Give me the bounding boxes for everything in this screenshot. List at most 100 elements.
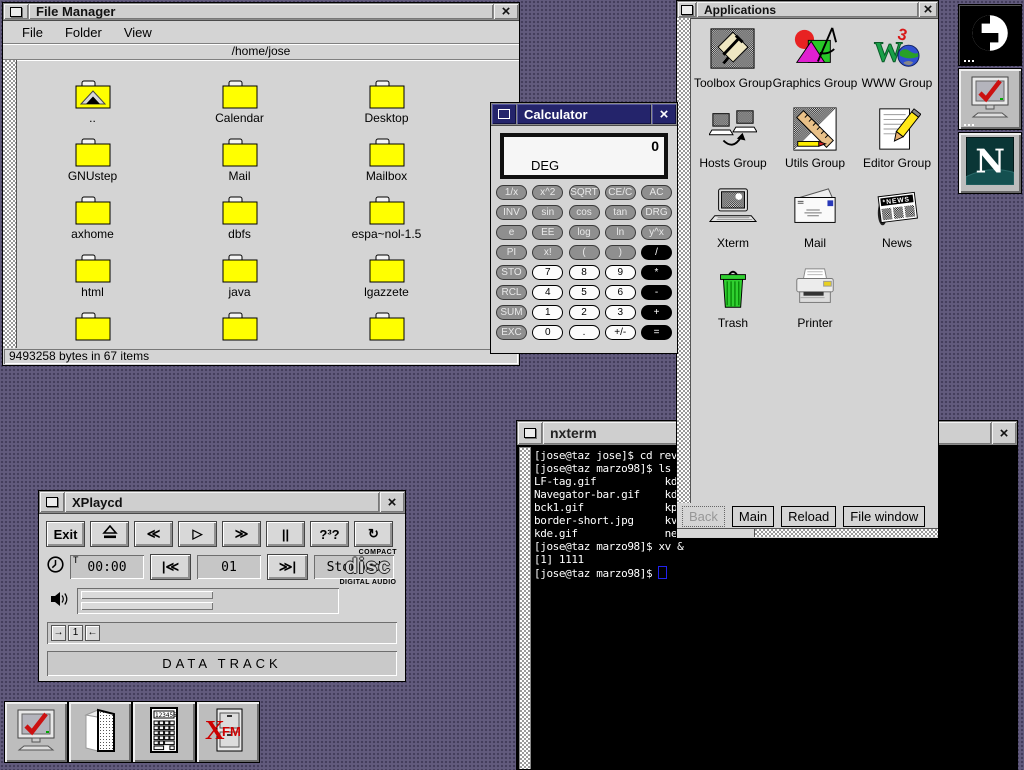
applications-vertical-scrollbar[interactable] — [677, 18, 691, 503]
system-check-dock-tile[interactable] — [4, 701, 68, 763]
balance-slider[interactable] — [81, 602, 213, 610]
folder-item[interactable]: .. — [19, 80, 166, 138]
calc-key-ln[interactable]: ln — [605, 225, 636, 240]
calc-key-x_[interactable]: x! — [532, 245, 563, 260]
calc-key-4[interactable]: 4 — [532, 285, 563, 300]
calc-key-RCL[interactable]: RCL — [496, 285, 527, 300]
box-app-dock-tile[interactable] — [68, 701, 132, 763]
calculator-dock-tile[interactable]: 123456 — [132, 701, 196, 763]
calc-key-e[interactable]: e — [496, 225, 527, 240]
menu-file[interactable]: File — [13, 23, 52, 42]
desktop[interactable]: { "wm": {"close_glyph": "×"}, "file_mana… — [0, 0, 1024, 768]
system-check-dock-tile[interactable] — [958, 68, 1022, 130]
fm-vertical-scrollbar[interactable] — [3, 60, 17, 348]
close-button[interactable]: × — [652, 104, 676, 124]
window-menu-button[interactable] — [492, 104, 516, 124]
menu-folder[interactable]: Folder — [56, 23, 111, 42]
repeat-button[interactable]: ↻ — [354, 521, 393, 547]
close-button[interactable]: × — [494, 4, 518, 19]
pause-button[interactable]: || — [266, 521, 305, 547]
app-item-xterm[interactable]: Xterm — [692, 184, 774, 264]
windowmaker-dock-tile[interactable] — [958, 4, 1022, 66]
window-menu-button[interactable] — [4, 4, 28, 19]
calc-key-tan[interactable]: tan — [605, 205, 636, 220]
app-item-printer[interactable]: Printer — [774, 264, 856, 344]
calc-key-1_x[interactable]: 1/x — [496, 185, 527, 200]
folder-item[interactable] — [166, 312, 313, 348]
calc-key-_[interactable]: ) — [605, 245, 636, 260]
calc-key-8[interactable]: 8 — [569, 265, 600, 280]
window-menu-button[interactable] — [518, 422, 542, 444]
close-button[interactable]: × — [992, 422, 1016, 444]
app-item-www[interactable]: W3WWW Group — [856, 24, 938, 104]
exit-button[interactable]: Exit — [46, 521, 85, 547]
calc-key-cos[interactable]: cos — [569, 205, 600, 220]
calc-key-0[interactable]: 0 — [532, 325, 563, 340]
app-item-toolbox[interactable]: Toolbox Group — [692, 24, 774, 104]
calc-key-_[interactable]: + — [641, 305, 672, 320]
folder-item[interactable]: Desktop — [313, 80, 460, 138]
volume-slider[interactable] — [81, 591, 213, 599]
calc-key-_[interactable]: * — [641, 265, 672, 280]
xfm-file-manager-dock-tile[interactable]: XFM — [196, 701, 260, 763]
window-menu-button[interactable] — [678, 2, 696, 17]
calc-key-STO[interactable]: STO — [496, 265, 527, 280]
app-item-hosts[interactable]: Hosts Group — [692, 104, 774, 184]
calc-key-1[interactable]: 1 — [532, 305, 563, 320]
forward-button[interactable]: ≫ — [222, 521, 261, 547]
calc-key-AC[interactable]: AC — [641, 185, 672, 200]
folder-item[interactable]: Calendar — [166, 80, 313, 138]
calc-key-_[interactable]: ( — [569, 245, 600, 260]
app-item-utils[interactable]: Utils Group — [774, 104, 856, 184]
app-item-news[interactable]: *NEWSNews — [856, 184, 938, 264]
calc-key-sin[interactable]: sin — [532, 205, 563, 220]
calc-key-DRG[interactable]: DRG — [641, 205, 672, 220]
play-button[interactable]: ▷ — [178, 521, 217, 547]
main-button[interactable]: Main — [732, 506, 774, 527]
reload-button[interactable]: Reload — [781, 506, 836, 527]
track-next-mini-button[interactable]: → — [51, 625, 66, 641]
calc-key-_[interactable]: / — [641, 245, 672, 260]
app-item-mail[interactable]: Mail — [774, 184, 856, 264]
folder-item[interactable]: Mail — [166, 138, 313, 196]
calc-key-_[interactable]: . — [569, 325, 600, 340]
folder-item[interactable] — [313, 312, 460, 348]
calc-key-2[interactable]: 2 — [569, 305, 600, 320]
calc-key-7[interactable]: 7 — [532, 265, 563, 280]
previous-track-button[interactable]: |≪ — [150, 554, 191, 580]
calc-key-6[interactable]: 6 — [605, 285, 636, 300]
window-menu-button[interactable] — [40, 492, 64, 512]
shuffle-button[interactable]: ?³? — [310, 521, 349, 547]
app-item-editor[interactable]: Editor Group — [856, 104, 938, 184]
menu-view[interactable]: View — [115, 23, 161, 42]
calc-key-EXC[interactable]: EXC — [496, 325, 527, 340]
calc-key-SQRT[interactable]: SQRT — [569, 185, 600, 200]
calc-key-_[interactable]: - — [641, 285, 672, 300]
calc-key-SUM[interactable]: SUM — [496, 305, 527, 320]
netscape-dock-tile[interactable]: N — [958, 132, 1022, 194]
folder-item[interactable]: GNUstep — [19, 138, 166, 196]
calc-key-log[interactable]: log — [569, 225, 600, 240]
app-item-trash[interactable]: Trash — [692, 264, 774, 344]
close-button[interactable]: × — [380, 492, 404, 512]
next-track-button[interactable]: ≫| — [267, 554, 308, 580]
folder-item[interactable]: html — [19, 254, 166, 312]
folder-item[interactable]: java — [166, 254, 313, 312]
rewind-button[interactable]: ≪ — [134, 521, 173, 547]
folder-item[interactable]: axhome — [19, 196, 166, 254]
calc-key-3[interactable]: 3 — [605, 305, 636, 320]
calc-key-CE_C[interactable]: CE/C — [605, 185, 636, 200]
track-number-mini-button[interactable]: 1 — [68, 625, 83, 641]
calc-key-___[interactable]: +/- — [605, 325, 636, 340]
folder-item[interactable]: Mailbox — [313, 138, 460, 196]
calc-key-_[interactable]: = — [641, 325, 672, 340]
calc-key-9[interactable]: 9 — [605, 265, 636, 280]
calc-key-5[interactable]: 5 — [569, 285, 600, 300]
track-prev-mini-button[interactable]: ← — [85, 625, 100, 641]
eject-button[interactable] — [90, 521, 129, 547]
folder-item[interactable] — [19, 312, 166, 348]
folder-item[interactable]: espa~nol-1.5 — [313, 196, 460, 254]
calc-key-EE[interactable]: EE — [532, 225, 563, 240]
calc-key-x_2[interactable]: x^2 — [532, 185, 563, 200]
scrollbar-thumb[interactable] — [677, 529, 755, 537]
